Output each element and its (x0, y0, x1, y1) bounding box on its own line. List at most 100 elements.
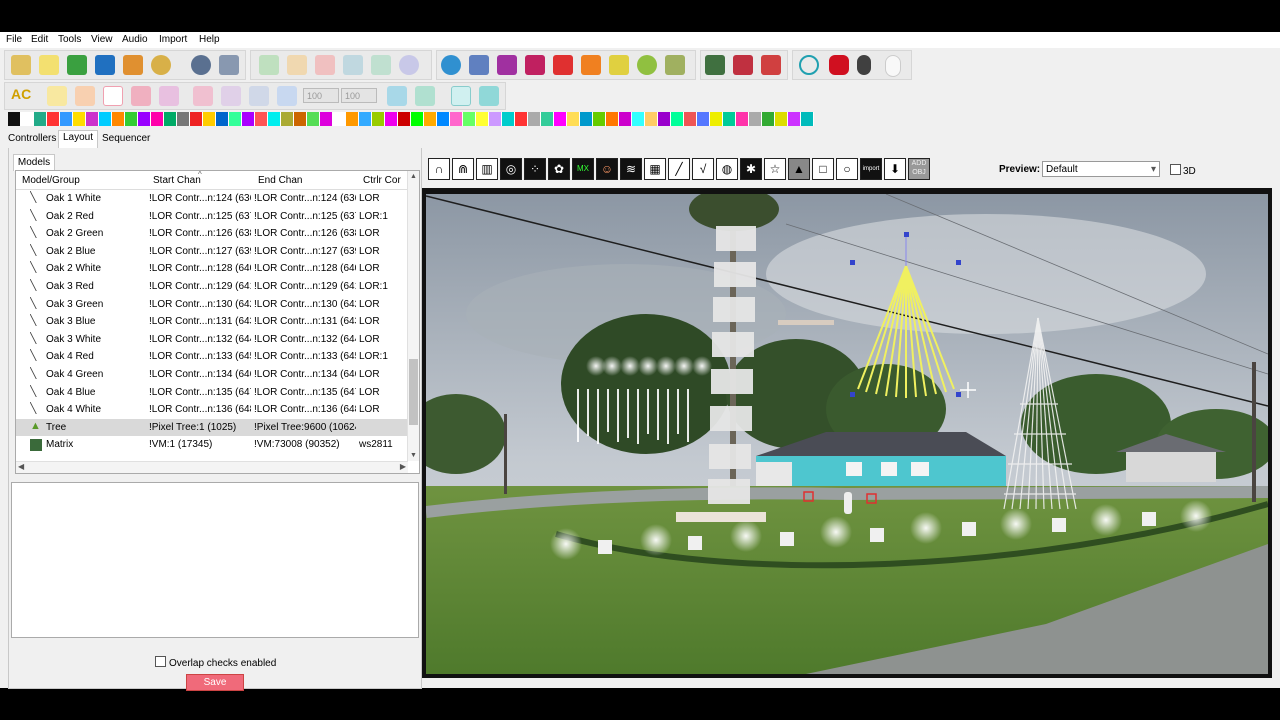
table-row[interactable]: ╲ Oak 2 Red !LOR Contr...n:125 (637) !LOR C… (16, 208, 408, 226)
tab-layout[interactable]: Layout (58, 130, 99, 148)
preview-select[interactable]: Default (1042, 161, 1160, 178)
effect-swatch-icon[interactable] (541, 112, 554, 126)
sphere-icon[interactable]: ◍ (716, 158, 738, 180)
face-icon[interactable]: ☺ (596, 158, 618, 180)
effect-swatch-icon[interactable] (411, 112, 424, 126)
sun-icon[interactable] (637, 55, 657, 75)
effect-swatch-icon[interactable] (567, 112, 580, 126)
col-start-chan[interactable]: Start Chan (153, 175, 201, 186)
candy-cane-icon[interactable]: ⋒ (452, 158, 474, 180)
effect-swatch-icon[interactable] (112, 112, 125, 126)
table-row[interactable]: ╲ Oak 4 Green !LOR Contr...n:134 (646) !LOR… (16, 366, 408, 384)
effect-swatch-icon[interactable] (21, 112, 34, 126)
effect-swatch-icon[interactable] (151, 112, 164, 126)
window-fill-icon[interactable] (479, 86, 499, 106)
effect-swatch-icon[interactable] (320, 112, 333, 126)
zoom-reset-icon[interactable] (761, 55, 781, 75)
effect-swatch-icon[interactable] (424, 112, 437, 126)
tree-model-icon[interactable]: ▲ (788, 158, 810, 180)
download-icon[interactable]: ⬇ (884, 158, 906, 180)
table-row[interactable]: ╲ Oak 3 White !LOR Contr...n:132 (644) !LOR… (16, 331, 408, 349)
icicles-icon[interactable]: ≋ (620, 158, 642, 180)
menu-edit[interactable]: Edit (31, 34, 48, 45)
effect-swatch-icon[interactable] (372, 112, 385, 126)
copy-windows-icon[interactable] (525, 55, 545, 75)
effect-swatch-icon[interactable] (606, 112, 619, 126)
scroll-right-icon[interactable]: ▶ (400, 462, 406, 471)
checkbox-box[interactable] (155, 656, 166, 667)
menu-audio[interactable]: Audio (122, 34, 148, 45)
col-model-group[interactable]: Model/Group (22, 175, 80, 186)
table-row[interactable]: Matrix !VM:1 (17345) !VM:73008 (90352) ws28… (16, 436, 408, 454)
table-row[interactable]: ╲ Oak 2 White !LOR Contr...n:128 (640) !LOR… (16, 260, 408, 278)
effect-swatch-icon[interactable] (86, 112, 99, 126)
paint-icon[interactable] (387, 86, 407, 106)
zoom-in-icon[interactable] (705, 55, 725, 75)
open-folder-icon[interactable] (67, 55, 87, 75)
candle-model[interactable] (844, 492, 852, 514)
new-folder-icon[interactable] (11, 55, 31, 75)
play-icon[interactable] (259, 55, 279, 75)
effect-swatch-icon[interactable] (762, 112, 775, 126)
effect-swatch-icon[interactable] (60, 112, 73, 126)
wave-icon[interactable] (131, 86, 151, 106)
twinkle-icon[interactable] (159, 86, 179, 106)
effect-swatch-icon[interactable] (216, 112, 229, 126)
outline-icon[interactable] (103, 86, 123, 106)
effect-swatch-icon[interactable] (463, 112, 476, 126)
cube-icon[interactable]: ⁘ (524, 158, 546, 180)
menu-help[interactable]: Help (199, 34, 220, 45)
bulbs-row-top[interactable] (586, 356, 712, 376)
sliders-icon[interactable] (469, 55, 489, 75)
effect-swatch-icon[interactable] (229, 112, 242, 126)
grid-scroll-thumb[interactable] (409, 359, 418, 425)
fast-forward-icon[interactable] (371, 55, 391, 75)
wand-icon[interactable] (665, 55, 685, 75)
contrast-select[interactable]: 100 (341, 88, 377, 103)
effect-swatch-icon[interactable] (268, 112, 281, 126)
wreath-icon[interactable]: ○ (836, 158, 858, 180)
menu-tools[interactable]: Tools (58, 34, 81, 45)
fill-icon[interactable] (75, 86, 95, 106)
effect-swatch-icon[interactable] (476, 112, 489, 126)
matrix-icon[interactable]: ▦ (644, 158, 666, 180)
stop-sign-icon[interactable] (829, 55, 849, 75)
table-row[interactable]: ╲ Oak 1 White !LOR Contr...n:124 (636) !LOR… (16, 190, 408, 208)
icicles-model[interactable] (577, 389, 689, 444)
overlap-checks-checkbox[interactable]: Overlap checks enabled (155, 656, 276, 669)
table-row[interactable]: ╲ Oak 2 Green !LOR Contr...n:126 (638) !LOR… (16, 225, 408, 243)
effect-swatch-icon[interactable] (502, 112, 515, 126)
checkbox-box[interactable] (1170, 164, 1181, 175)
bulb-on-icon[interactable] (885, 55, 901, 77)
window-icon[interactable] (451, 86, 471, 106)
replay-icon[interactable] (399, 55, 419, 75)
table-row[interactable]: ╲ Oak 3 Red !LOR Contr...n:129 (641) !LOR C… (16, 278, 408, 296)
spinner-icon[interactable]: ✱ (740, 158, 762, 180)
timer-icon[interactable] (191, 55, 211, 75)
effect-swatch-icon[interactable] (437, 112, 450, 126)
render-icon[interactable] (123, 55, 143, 75)
effect-swatch-icon[interactable] (619, 112, 632, 126)
effect-swatch-icon[interactable] (593, 112, 606, 126)
tab-controllers[interactable]: Controllers (4, 132, 60, 145)
effect-swatch-icon[interactable] (242, 112, 255, 126)
effect-swatch-icon[interactable] (554, 112, 567, 126)
effect-swatch-icon[interactable] (658, 112, 671, 126)
menu-import[interactable]: Import (159, 34, 187, 45)
window-frame-icon[interactable]: □ (812, 158, 834, 180)
ac-mode-label[interactable]: AC (11, 86, 31, 102)
effect-swatch-icon[interactable] (450, 112, 463, 126)
layout-preview-canvas[interactable] (422, 188, 1272, 678)
table-row[interactable]: ╲ Oak 4 Blue !LOR Contr...n:135 (647) !LOR … (16, 384, 408, 402)
scroll-up-icon[interactable]: ▲ (410, 173, 417, 180)
effect-swatch-icon[interactable] (697, 112, 710, 126)
effect-swatch-icon[interactable] (398, 112, 411, 126)
red-marker-left[interactable] (803, 491, 814, 502)
stop-icon[interactable] (315, 55, 335, 75)
table-row[interactable]: ▲ Tree !Pixel Tree:1 (1025) !Pixel Tree:960… (16, 418, 408, 437)
effect-swatch-icon[interactable] (294, 112, 307, 126)
help-icon[interactable] (799, 55, 819, 75)
star-icon[interactable]: ☆ (764, 158, 786, 180)
effect-swatch-icon[interactable] (8, 112, 21, 126)
effect-swatch-icon[interactable] (34, 112, 47, 126)
